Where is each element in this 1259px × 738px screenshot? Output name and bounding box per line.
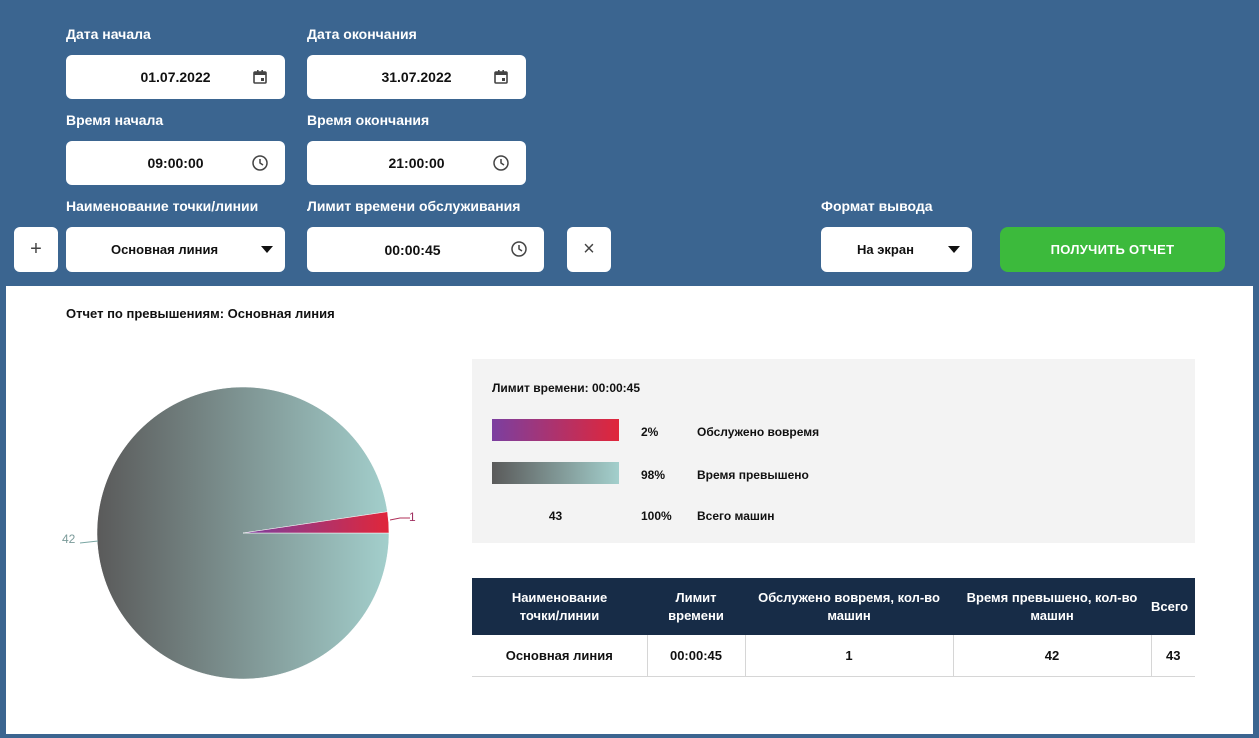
- start-date-label: Дата начала: [66, 26, 151, 42]
- calendar-icon[interactable]: [251, 68, 269, 86]
- end-date-input[interactable]: 31.07.2022: [307, 55, 526, 99]
- pie-label-exceeded: 42: [62, 532, 76, 546]
- legend-swatch-on-time: [492, 419, 619, 441]
- point-select-value: Основная линия: [110, 242, 219, 257]
- clock-icon[interactable]: [492, 154, 510, 172]
- pie-label-on-time: 1: [409, 510, 416, 524]
- cell-total: 43: [1151, 635, 1195, 677]
- get-report-button[interactable]: ПОЛУЧИТЬ ОТЧЕТ: [1000, 227, 1225, 272]
- cell-exceeded: 42: [953, 635, 1152, 677]
- leader-line-42: [79, 540, 99, 544]
- end-time-label: Время окончания: [307, 112, 430, 128]
- plus-icon: +: [30, 238, 42, 260]
- clear-limit-button[interactable]: ×: [567, 227, 611, 272]
- limit-time-input[interactable]: 00:00:45: [307, 227, 544, 272]
- report-table: Наименование точки/линии Лимит времени О…: [472, 578, 1195, 677]
- table-header-row: Наименование точки/линии Лимит времени О…: [472, 578, 1195, 635]
- table-row: Основная линия 00:00:45 1 42 43: [472, 635, 1195, 677]
- limit-time-value: 00:00:45: [384, 241, 441, 258]
- pie-leader-lines: [79, 517, 410, 544]
- cell-point: Основная линия: [472, 635, 648, 677]
- legend-total-pct: 100%: [641, 509, 672, 523]
- column-header-limit: Лимит времени: [647, 578, 745, 635]
- clock-icon[interactable]: [510, 240, 528, 258]
- end-date-label: Дата окончания: [307, 26, 417, 42]
- legend-total-label: Всего машин: [697, 509, 775, 523]
- legend-label-exceeded: Время превышено: [697, 468, 809, 482]
- caret-down-icon: [948, 246, 960, 253]
- start-time-input[interactable]: 09:00:00: [66, 141, 285, 185]
- close-icon: ×: [583, 238, 595, 260]
- clock-icon[interactable]: [251, 154, 269, 172]
- legend-label-on-time: Обслужено вовремя: [697, 425, 820, 439]
- caret-down-icon: [261, 246, 273, 253]
- format-select[interactable]: На экран: [821, 227, 972, 272]
- limit-label: Лимит времени обслуживания: [307, 198, 521, 214]
- end-time-input[interactable]: 21:00:00: [307, 141, 526, 185]
- calendar-icon[interactable]: [492, 68, 510, 86]
- legend-total-count: 43: [548, 509, 563, 523]
- format-label: Формат вывода: [821, 198, 933, 214]
- column-header-on-time: Обслужено вовремя, кол-во машин: [745, 578, 953, 635]
- column-header-total: Всего: [1151, 578, 1195, 635]
- column-header-point: Наименование точки/линии: [472, 578, 647, 635]
- point-select[interactable]: Основная линия: [66, 227, 285, 272]
- column-header-exceeded: Время превышено, кол-во машин: [953, 578, 1151, 635]
- leader-line-1: [389, 517, 410, 521]
- start-time-label: Время начала: [66, 112, 164, 128]
- cell-limit: 00:00:45: [647, 635, 746, 677]
- cell-on-time: 1: [745, 635, 954, 677]
- legend-pct-on-time: 2%: [641, 425, 659, 439]
- add-point-button[interactable]: +: [14, 227, 58, 272]
- point-label: Наименование точки/линии: [66, 198, 259, 214]
- legend-pct-exceeded: 98%: [641, 468, 666, 482]
- start-date-input[interactable]: 01.07.2022: [66, 55, 285, 99]
- report-title: Отчет по превышениям: Основная линия: [66, 306, 335, 321]
- legend-swatch-exceeded: [492, 462, 619, 484]
- legend-title: Лимит времени: 00:00:45: [492, 381, 641, 395]
